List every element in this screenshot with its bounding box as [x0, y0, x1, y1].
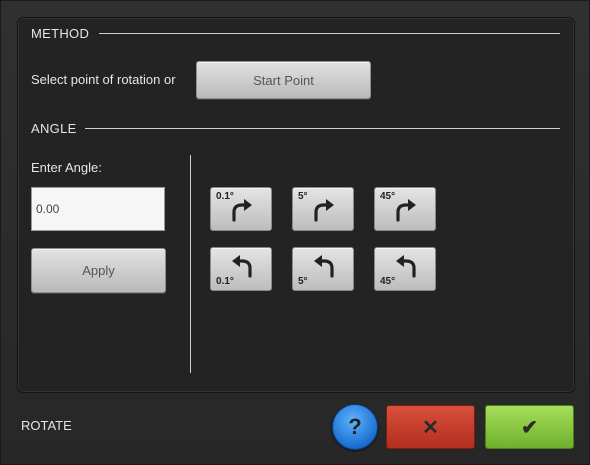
rotate-cw-45-button[interactable]: 45° [374, 187, 436, 231]
close-icon: ✕ [422, 416, 439, 439]
rotate-ccw-icon [396, 255, 416, 278]
angle-divider [85, 128, 560, 129]
rotation-point-prompt: Select point of rotation or [31, 72, 176, 87]
help-button[interactable]: ? [332, 404, 378, 450]
rotate-ccw-0.1-button[interactable]: 0.1° [210, 247, 272, 291]
cancel-button[interactable]: ✕ [386, 405, 475, 449]
enter-angle-label: Enter Angle: [31, 160, 102, 175]
method-heading: METHOD [31, 26, 90, 41]
angle-heading: ANGLE [31, 121, 77, 136]
rotate-dialog: METHOD Select point of rotation or Start… [0, 0, 590, 465]
rotate-ccw-5-button[interactable]: 5° [292, 247, 354, 291]
rotate-ccw-icon [314, 255, 334, 278]
rotate-ccw-icon [232, 255, 252, 278]
rotate-cw-icon [314, 199, 334, 222]
rotate-ccw-45-button[interactable]: 45° [374, 247, 436, 291]
rotate-cw-0.1-button[interactable]: 0.1° [210, 187, 272, 231]
rotate-step-label: 5° [298, 276, 308, 287]
rotate-step-label: 5° [298, 191, 308, 202]
rotate-cw-5-button[interactable]: 5° [292, 187, 354, 231]
rotate-cw-icon [232, 199, 252, 222]
vertical-divider [190, 155, 191, 373]
help-icon: ? [348, 414, 362, 439]
method-divider [99, 33, 560, 34]
start-point-button[interactable]: Start Point [196, 61, 371, 99]
confirm-button[interactable]: ✔ [485, 405, 574, 449]
apply-button[interactable]: Apply [31, 248, 166, 293]
dialog-title: ROTATE [21, 418, 72, 433]
rotate-cw-icon [396, 199, 416, 222]
angle-input[interactable] [31, 187, 165, 231]
checkmark-icon: ✔ [521, 416, 538, 439]
